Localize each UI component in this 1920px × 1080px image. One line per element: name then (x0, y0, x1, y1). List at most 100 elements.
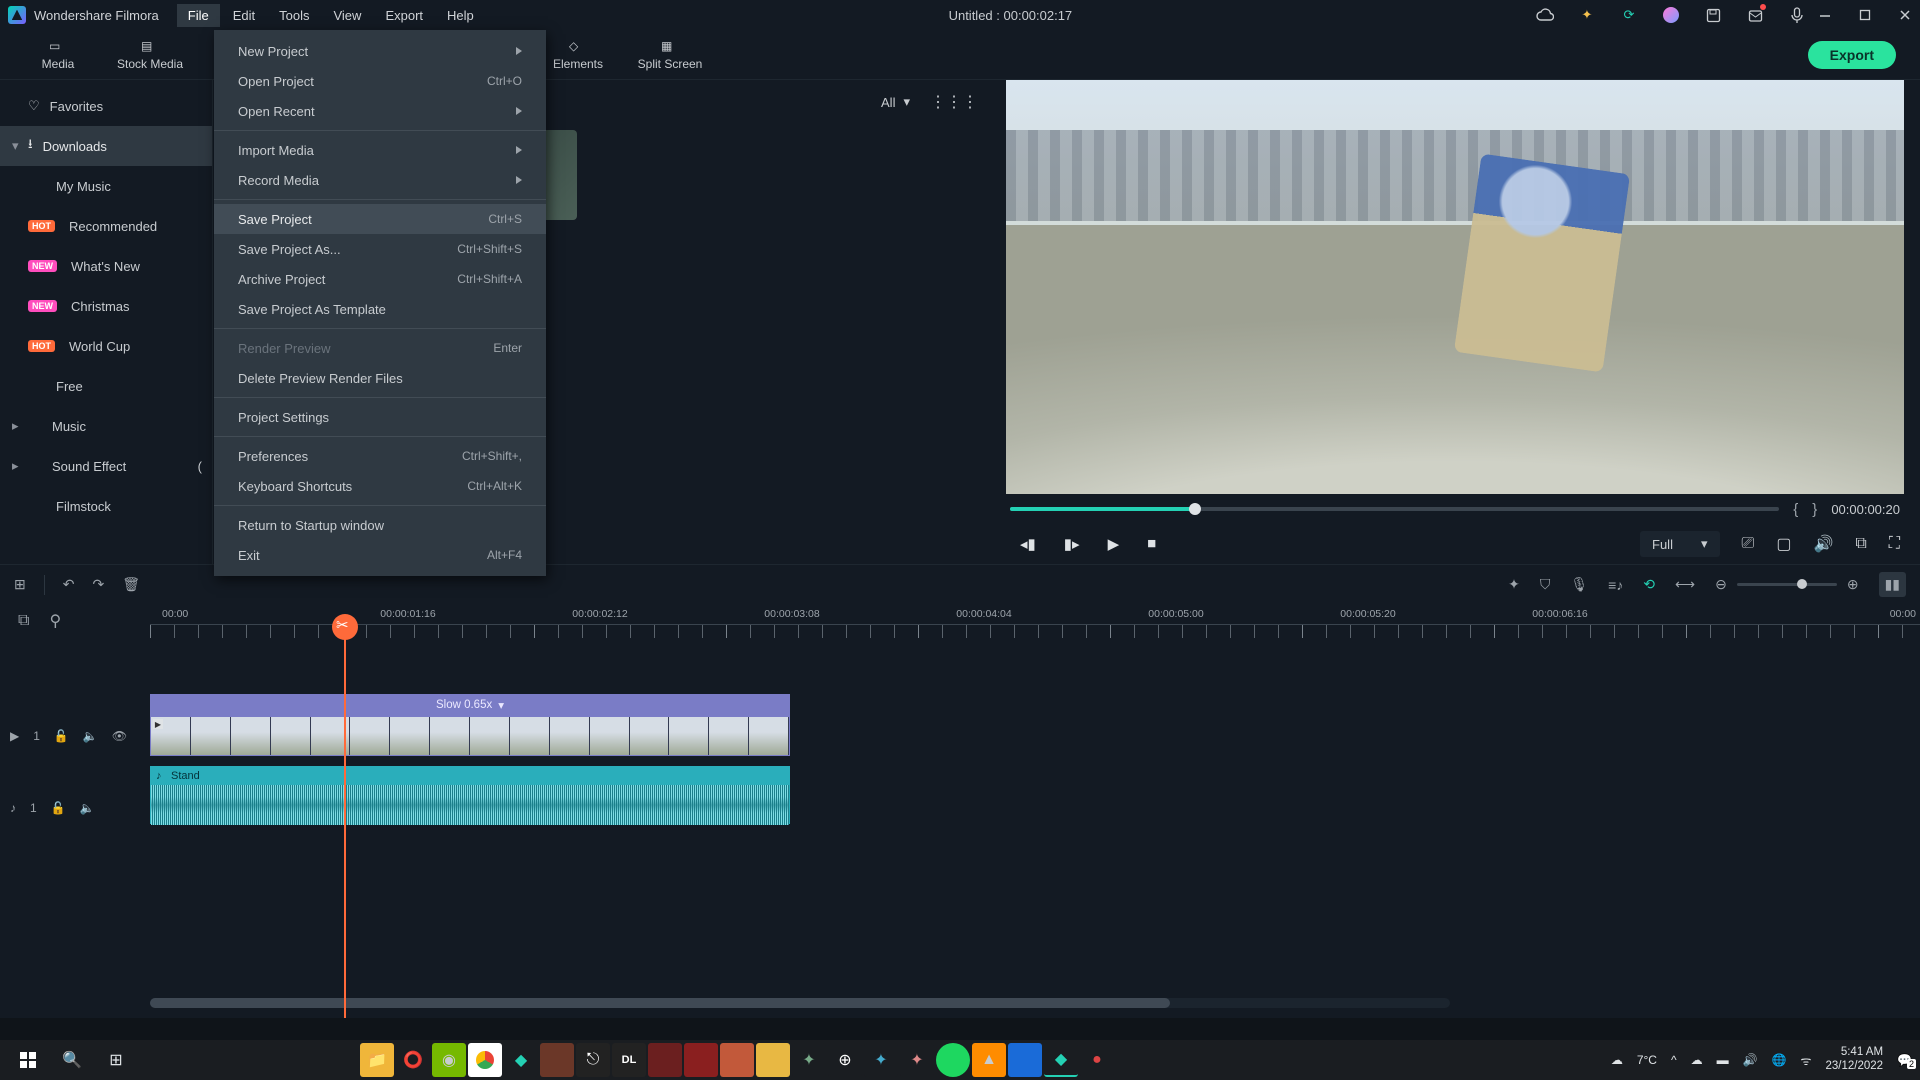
zoom-in-button[interactable]: ⊕ (1847, 576, 1859, 593)
menu-help[interactable]: Help (436, 4, 485, 27)
timeline-view-icon[interactable]: ▮▮ (1879, 572, 1906, 597)
sidebar-favorites[interactable]: ♡Favorites (0, 86, 212, 126)
layout-icon[interactable]: ⊞ (14, 576, 26, 593)
audio-mixer-icon[interactable]: ≡♪ (1608, 577, 1623, 593)
taskbar-app[interactable] (1008, 1043, 1042, 1077)
prev-frame-button[interactable]: ◂▮ (1020, 535, 1036, 553)
menu-preferences[interactable]: PreferencesCtrl+Shift+, (214, 441, 546, 471)
taskbar-app[interactable]: DL (612, 1043, 646, 1077)
menu-archive-project[interactable]: Archive ProjectCtrl+Shift+A (214, 264, 546, 294)
mark-out-icon[interactable]: } (1812, 501, 1817, 518)
delete-button[interactable]: 🗑 (122, 576, 140, 593)
mic-icon[interactable] (1788, 6, 1806, 24)
taskbar-filmora[interactable]: ◆ (1044, 1043, 1078, 1077)
taskbar-app[interactable]: ⭕ (396, 1043, 430, 1077)
maximize-button[interactable] (1858, 8, 1872, 22)
sidebar-filmstock[interactable]: Filmstock (0, 486, 212, 526)
notification-icon[interactable] (1746, 6, 1764, 24)
tab-split-screen[interactable]: ▦Split Screen (624, 30, 716, 80)
sidebar-sound-effect[interactable]: Sound Effect( (0, 446, 212, 486)
taskbar-app[interactable]: ✦ (900, 1043, 934, 1077)
eye-icon[interactable]: 👁 (112, 729, 127, 743)
taskbar-app[interactable]: ⎋ (576, 1043, 610, 1077)
save-icon[interactable] (1704, 6, 1722, 24)
taskbar-app[interactable]: ◉ (432, 1043, 466, 1077)
taskbar-app[interactable]: ⊕ (828, 1043, 862, 1077)
taskbar-app[interactable]: ● (1080, 1043, 1114, 1077)
tray-chevron[interactable]: ^ (1671, 1053, 1677, 1067)
taskbar-chrome[interactable] (468, 1043, 502, 1077)
sidebar-world-cup[interactable]: HOTWorld Cup (0, 326, 212, 366)
close-button[interactable] (1898, 8, 1912, 22)
shield-icon[interactable]: ⛉ (1540, 576, 1551, 593)
auto-icon[interactable]: ⟲ (1643, 576, 1655, 593)
taskbar-vlc[interactable]: ▲ (972, 1043, 1006, 1077)
timeline-ruler[interactable]: ⧉ ⚲ 00:00 00:00:01:16 00:00:02:12 00:00:… (0, 604, 1920, 638)
avatar-icon[interactable] (1662, 6, 1680, 24)
scrub-handle[interactable] (1189, 503, 1201, 515)
menu-project-settings[interactable]: Project Settings (214, 402, 546, 432)
sidebar-music[interactable]: Music (0, 406, 212, 446)
undo-button[interactable]: ↶ (63, 576, 75, 593)
menu-save-template[interactable]: Save Project As Template (214, 294, 546, 324)
lock-icon[interactable]: 🔓 (51, 801, 66, 815)
pip-icon[interactable]: ⧉ (1855, 535, 1866, 553)
sidebar-christmas[interactable]: NEWChristmas (0, 286, 212, 326)
play-button[interactable]: ▶ (1108, 535, 1120, 553)
cloud-icon[interactable] (1536, 6, 1554, 24)
minimize-button[interactable] (1818, 8, 1832, 22)
fit-icon[interactable]: ⟷ (1675, 576, 1695, 593)
menu-file[interactable]: File (177, 4, 220, 27)
menu-keyboard-shortcuts[interactable]: Keyboard ShortcutsCtrl+Alt+K (214, 471, 546, 501)
taskbar-app[interactable] (540, 1043, 574, 1077)
redo-button[interactable]: ↷ (92, 576, 104, 593)
lightbulb-icon[interactable]: ✦ (1578, 6, 1596, 24)
scrollbar-thumb[interactable] (150, 998, 1170, 1008)
weather-temp[interactable]: 7°C (1637, 1053, 1657, 1067)
onedrive-icon[interactable]: ☁ (1691, 1053, 1703, 1067)
scrub-track[interactable] (1010, 507, 1779, 511)
search-button[interactable]: 🔍 (52, 1040, 92, 1080)
preview-video[interactable] (1006, 80, 1904, 494)
weather-icon[interactable]: ☁ (1611, 1053, 1623, 1067)
wifi-icon[interactable]: ᯤ (1801, 1052, 1812, 1069)
mute-icon[interactable]: 🔈 (83, 729, 98, 743)
sidebar-downloads[interactable]: ⭳Downloads (0, 126, 212, 166)
task-view-button[interactable]: ⊞ (96, 1040, 136, 1080)
taskbar-app[interactable]: ✦ (792, 1043, 826, 1077)
notifications-button[interactable]: 💬2 (1897, 1053, 1912, 1067)
lock-icon[interactable]: 🔓 (54, 729, 69, 743)
menu-save-project-as[interactable]: Save Project As...Ctrl+Shift+S (214, 234, 546, 264)
speed-bar[interactable]: Slow 0.65x ▾ (150, 694, 790, 716)
menu-save-project[interactable]: Save ProjectCtrl+S (214, 204, 546, 234)
next-frame-button[interactable]: ▮▸ (1064, 535, 1080, 553)
menu-view[interactable]: View (322, 4, 372, 27)
taskbar-app[interactable]: ◆ (504, 1043, 538, 1077)
menu-edit[interactable]: Edit (222, 4, 266, 27)
display-icon[interactable]: ⎚ (1742, 535, 1755, 553)
playhead[interactable]: ✂ (344, 638, 346, 1018)
menu-export[interactable]: Export (374, 4, 434, 27)
magnet-icon[interactable]: ⚲ (49, 611, 61, 631)
zoom-slider[interactable] (1737, 583, 1837, 586)
stop-button[interactable]: ■ (1147, 535, 1156, 553)
timeline[interactable]: ✂ ▶1 🔓 🔈 👁 ♪1 🔓 🔈 Slow 0.65x ▾ Stand (0, 638, 1920, 1018)
taskbar-app[interactable]: 📁 (360, 1043, 394, 1077)
menu-open-recent[interactable]: Open Recent (214, 96, 546, 126)
sidebar-free[interactable]: Free (0, 366, 212, 406)
grid-view-icon[interactable]: ⋮⋮⋮ (930, 92, 978, 112)
tab-media[interactable]: ▭Media (12, 30, 104, 80)
fullscreen-icon[interactable]: ⛶ (1889, 535, 1900, 553)
clock[interactable]: 5:41 AM 23/12/2022 (1825, 1046, 1883, 1074)
menu-new-project[interactable]: New Project (214, 36, 546, 66)
volume-icon[interactable]: 🔊 (1813, 534, 1833, 554)
network-icon[interactable]: 🌐 (1772, 1053, 1787, 1067)
zoom-out-button[interactable]: ⊖ (1715, 576, 1727, 593)
snapshot-icon[interactable]: ▢ (1776, 534, 1791, 554)
spotlight-icon[interactable]: ✦ (1508, 576, 1520, 593)
taskbar-spotify[interactable] (936, 1043, 970, 1077)
mark-in-icon[interactable]: { (1793, 501, 1798, 518)
filter-all[interactable]: All▾ (871, 90, 920, 114)
mute-icon[interactable]: 🔈 (80, 801, 95, 815)
volume-tray-icon[interactable]: 🔊 (1743, 1053, 1758, 1067)
